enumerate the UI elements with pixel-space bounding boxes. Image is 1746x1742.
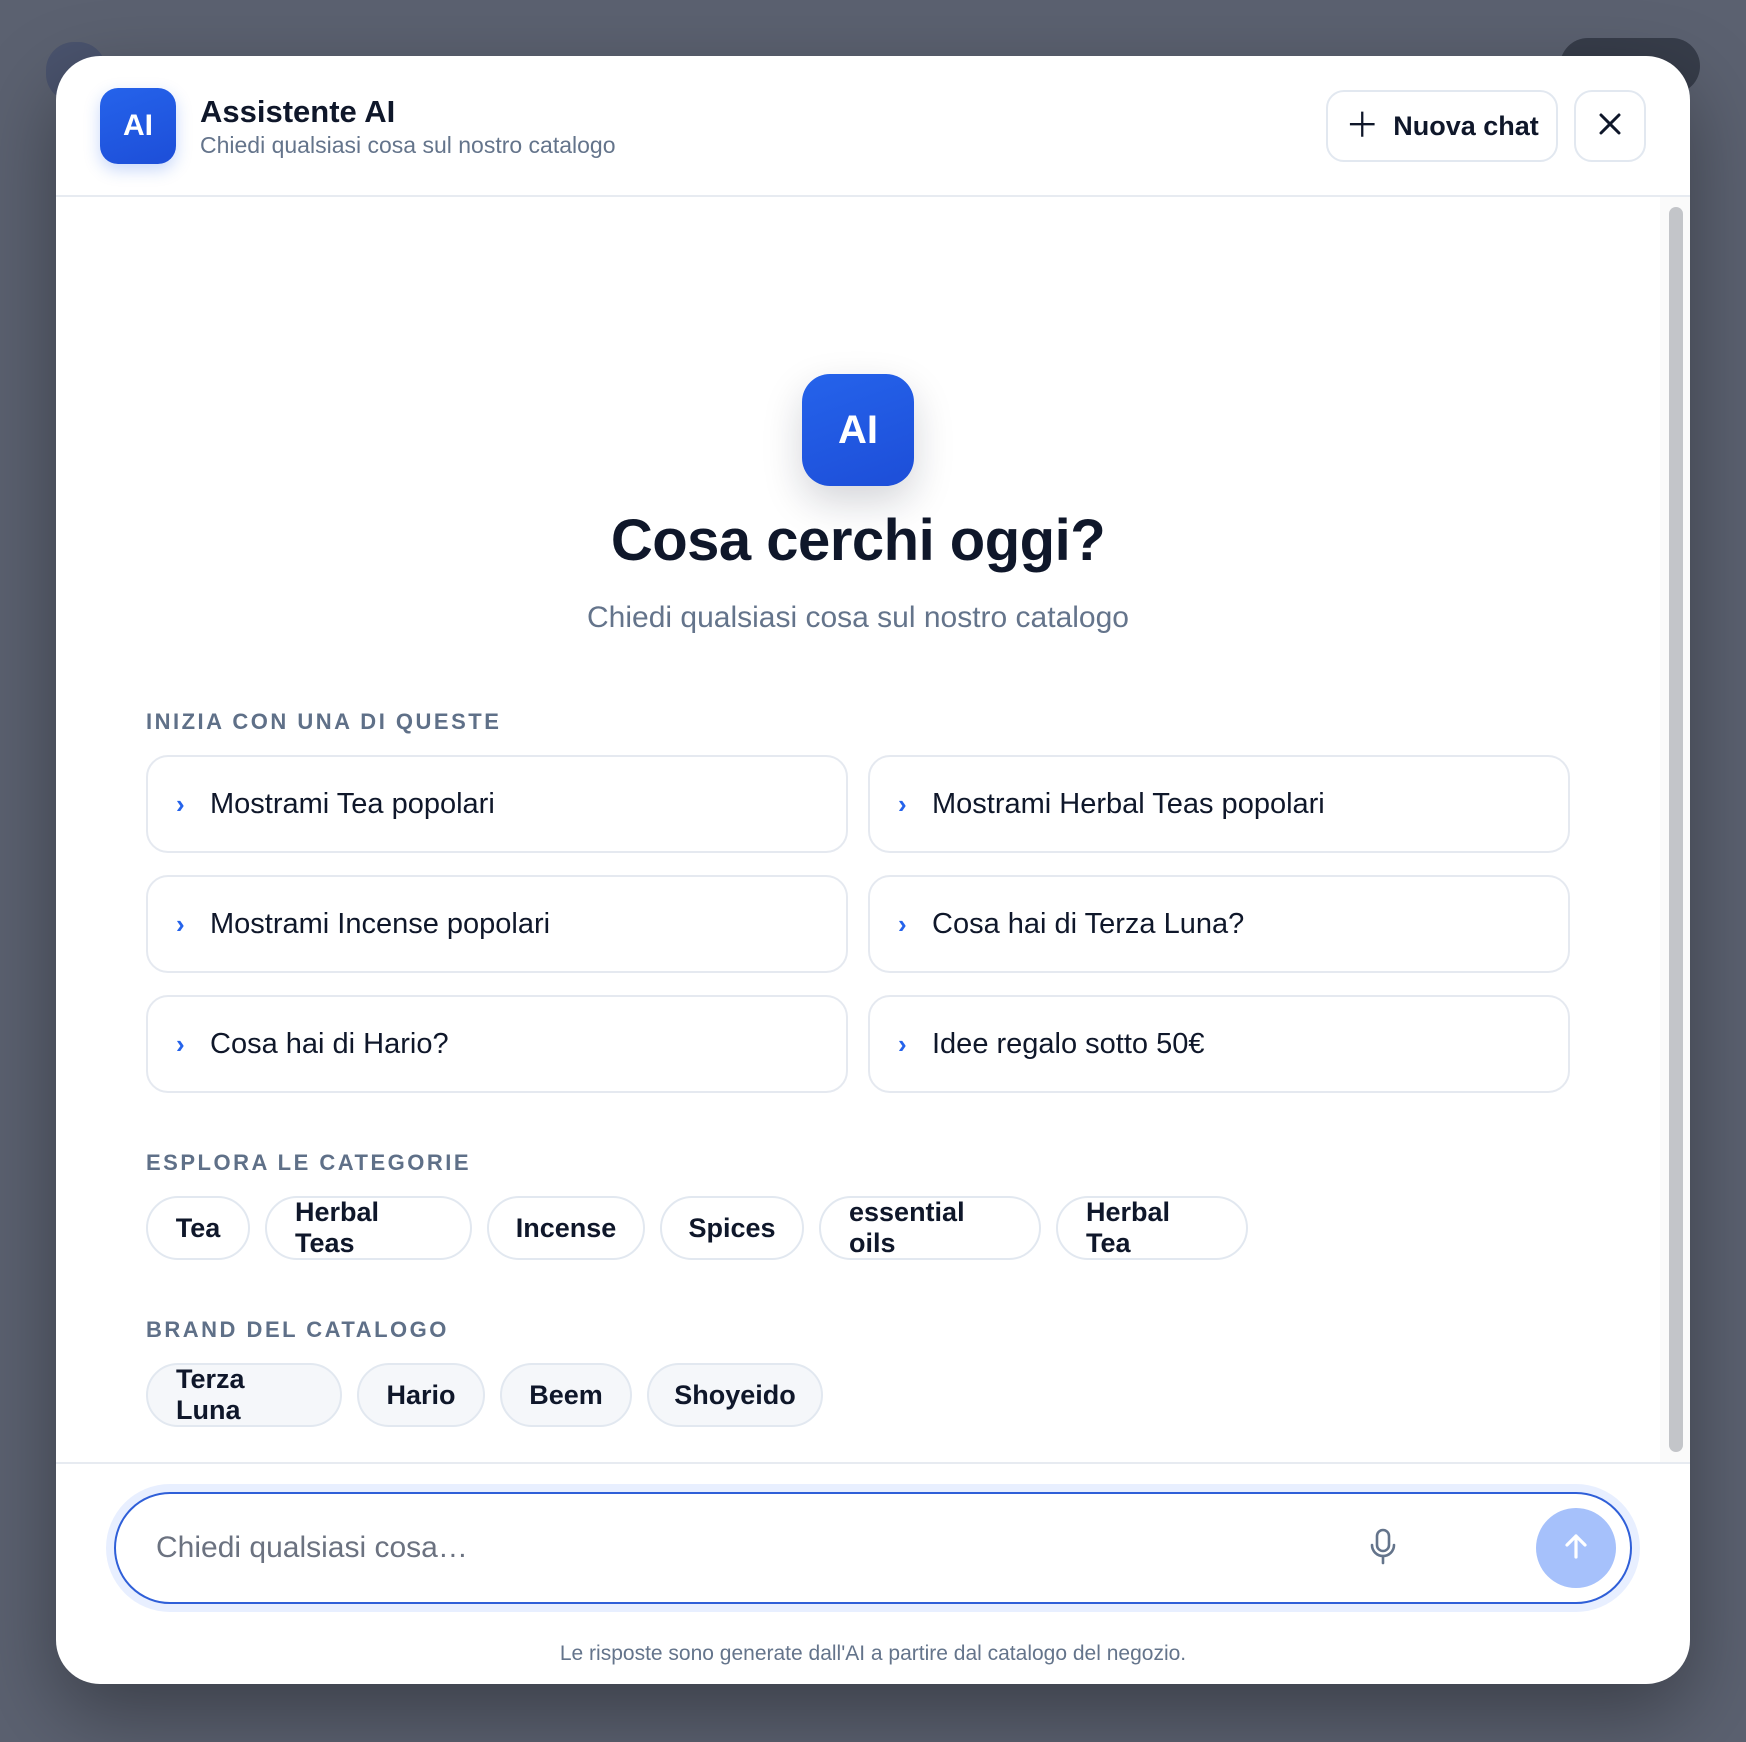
new-chat-button[interactable]: ＋ Nuova chat (1326, 90, 1558, 162)
hero-title: Cosa cerchi oggi? (610, 508, 1106, 573)
disclaimer-text: Le risposte sono generate dall'AI a part… (559, 1642, 1187, 1665)
category-chip[interactable]: Herbal Teas (265, 1196, 472, 1260)
chevron-right-icon: › (176, 1028, 185, 1059)
suggestion-text: Mostrami Herbal Teas popolari (932, 787, 1325, 820)
category-chip[interactable]: essential oils (819, 1196, 1041, 1260)
category-chip[interactable]: Incense (487, 1196, 645, 1260)
suggestion-card[interactable]: › Cosa hai di Hario? (146, 995, 848, 1093)
chevron-right-icon: › (898, 908, 907, 939)
hero-subtitle: Chiedi qualsiasi cosa sul nostro catalog… (587, 601, 1129, 634)
suggestion-text: Mostrami Tea popolari (210, 787, 495, 820)
scrollbar-thumb[interactable] (1669, 207, 1683, 1452)
suggestion-text: Cosa hai di Terza Luna? (932, 907, 1245, 940)
suggestions-label: INIZIA CON UNA DI QUESTE (146, 709, 502, 734)
brand-chip[interactable]: Terza Luna (146, 1363, 342, 1427)
scrollbar[interactable] (1660, 197, 1690, 1462)
suggestion-text: Mostrami Incense popolari (210, 907, 551, 940)
send-button[interactable] (1536, 1508, 1616, 1588)
assistant-logo: AI (100, 88, 176, 164)
header-title: Assistente AI (200, 94, 396, 129)
brand-chip[interactable]: Hario (357, 1363, 485, 1427)
chevron-right-icon: › (898, 1028, 907, 1059)
chat-input[interactable] (156, 1516, 1356, 1580)
category-chip[interactable]: Herbal Tea (1056, 1196, 1248, 1260)
brands-label: BRAND DEL CATALOGO (146, 1317, 449, 1342)
suggestion-card[interactable]: › Mostrami Tea popolari (146, 755, 848, 853)
chevron-right-icon: › (176, 788, 185, 819)
modal-header: AI Assistente AI Chiedi qualsiasi cosa s… (56, 56, 1690, 197)
composer-box[interactable] (114, 1492, 1632, 1604)
suggestion-text: Cosa hai di Hario? (210, 1027, 449, 1060)
categories-label: ESPLORA LE CATEGORIE (146, 1150, 472, 1175)
microphone-icon (1368, 1528, 1398, 1571)
suggestion-card[interactable]: › Idee regalo sotto 50€ (868, 995, 1570, 1093)
suggestion-text: Idee regalo sotto 50€ (932, 1027, 1205, 1060)
composer-area: Le risposte sono generate dall'AI a part… (56, 1462, 1690, 1684)
close-button[interactable] (1574, 90, 1646, 162)
assistant-modal: AI Assistente AI Chiedi qualsiasi cosa s… (56, 56, 1690, 1684)
arrow-up-icon (1561, 1531, 1591, 1566)
header-subtitle: Chiedi qualsiasi cosa sul nostro catalog… (200, 132, 616, 158)
hero-logo: AI (802, 374, 914, 486)
brand-chip[interactable]: Shoyeido (647, 1363, 823, 1427)
close-icon (1597, 111, 1623, 142)
chevron-right-icon: › (176, 908, 185, 939)
plus-icon: ＋ (1345, 107, 1380, 145)
category-chip[interactable]: Tea (146, 1196, 250, 1260)
chevron-right-icon: › (898, 788, 907, 819)
microphone-button[interactable] (1356, 1522, 1410, 1576)
chat-welcome-area: AI Cosa cerchi oggi? Chiedi qualsiasi co… (56, 197, 1660, 1462)
suggestion-card[interactable]: › Mostrami Incense popolari (146, 875, 848, 973)
suggestion-card[interactable]: › Mostrami Herbal Teas popolari (868, 755, 1570, 853)
category-chip[interactable]: Spices (660, 1196, 804, 1260)
new-chat-label: Nuova chat (1393, 110, 1539, 141)
suggestion-card[interactable]: › Cosa hai di Terza Luna? (868, 875, 1570, 973)
brand-chip[interactable]: Beem (500, 1363, 632, 1427)
